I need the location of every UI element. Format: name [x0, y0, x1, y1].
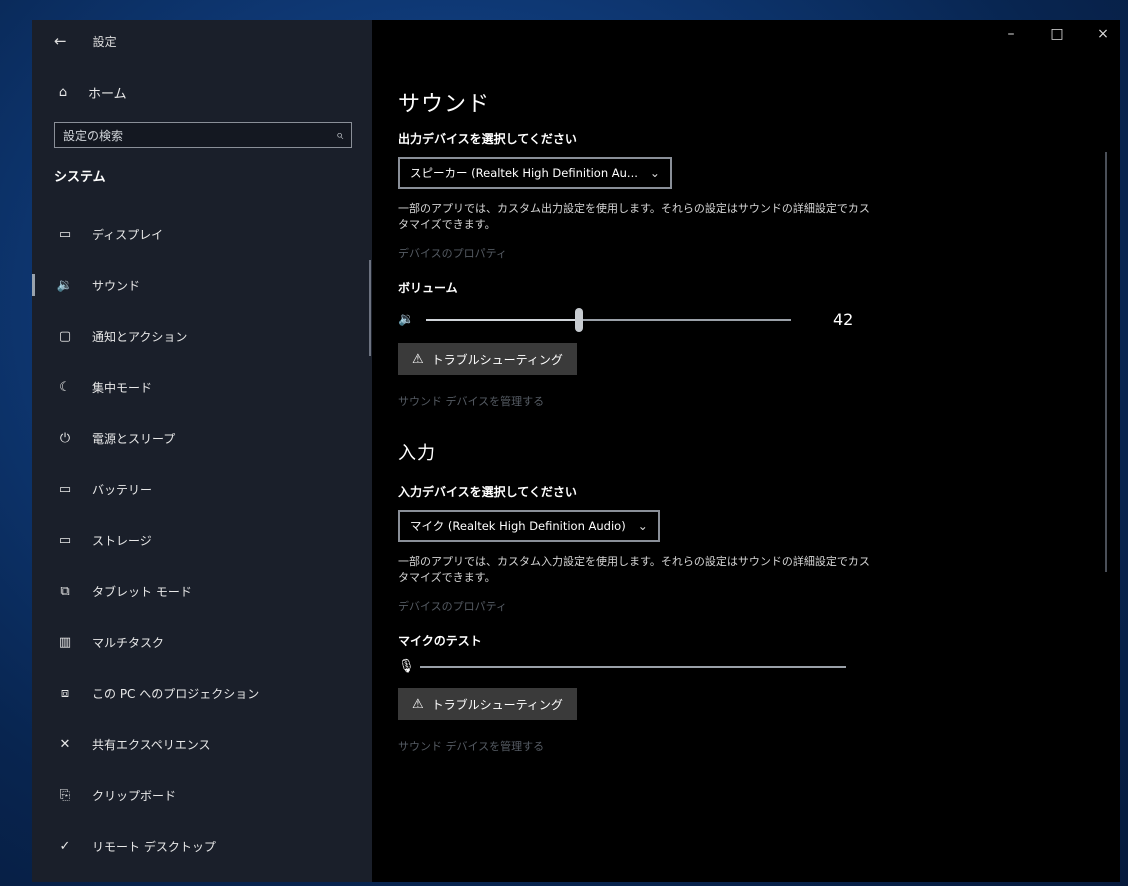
troubleshoot-label: トラブルシューティング	[431, 352, 563, 367]
sidebar-item-label: サウンド	[92, 279, 141, 293]
sidebar-item-icon: ▭	[58, 482, 72, 497]
troubleshoot-label: トラブルシューティング	[431, 697, 563, 712]
window-title: 設定	[92, 34, 117, 49]
page-title: サウンド	[398, 92, 491, 117]
sidebar-item-6[interactable]: ▭ ストレージ	[32, 515, 372, 566]
search-icon: ⌕	[335, 127, 343, 143]
sidebar-item-label: 共有エクスペリエンス	[92, 738, 211, 752]
sidebar-item-8[interactable]: ▥ マルチタスク	[32, 617, 372, 668]
main-content: – □ × サウンド 出力デバイスを選択してください スピーカー (Realte…	[372, 20, 1120, 882]
output-troubleshoot-button[interactable]: ⚠ トラブルシューティング	[398, 343, 577, 375]
sidebar-item-icon: ✓	[59, 839, 71, 854]
output-device-label: 出力デバイスを選択してください	[398, 132, 577, 146]
sidebar-item-9[interactable]: ⧈ この PC へのプロジェクション	[32, 668, 372, 719]
mic-test-row: 🎙	[398, 659, 998, 674]
sidebar-item-3[interactable]: ☾ 集中モード	[32, 362, 372, 413]
input-device-dropdown[interactable]: マイク (Realtek High Definition Audio) ⌄	[398, 510, 660, 542]
sidebar-item-icon: ⎘	[59, 788, 71, 803]
sidebar-item-icon: ⧉	[60, 584, 70, 599]
sidebar-item-label: この PC へのプロジェクション	[92, 687, 260, 701]
sidebar-item-label: 通知とアクション	[92, 330, 188, 344]
input-device-value: マイク (Realtek High Definition Audio)	[410, 519, 626, 533]
chevron-down-icon: ⌄	[649, 166, 660, 180]
chevron-down-icon: ⌄	[637, 519, 648, 533]
window-controls: – □ ×	[1002, 26, 1112, 42]
section-title: システム	[54, 170, 106, 185]
sidebar-item-icon: ⧈	[60, 686, 70, 701]
sidebar-item-icon: 🔉	[56, 278, 74, 293]
search-input[interactable]: 設定の検索 ⌕	[54, 122, 352, 148]
home-icon: ⌂	[58, 84, 68, 100]
content-scrollbar[interactable]	[1105, 152, 1107, 572]
volume-slider[interactable]	[426, 307, 791, 332]
microphone-icon: 🎙	[398, 659, 415, 674]
sidebar-item-label: ストレージ	[92, 534, 152, 548]
input-properties-link[interactable]: デバイスのプロパティ	[398, 598, 998, 614]
sidebar-item-label: リモート デスクトップ	[92, 840, 216, 854]
sidebar: ← 設定 ⌂ ホーム 設定の検索 ⌕ システム ▭ ディスプレイ 🔉 サウンド ▢ 通知と…	[32, 20, 372, 882]
warning-icon: ⚠	[412, 696, 424, 712]
warning-icon: ⚠	[412, 351, 424, 367]
maximize-button[interactable]: □	[1048, 26, 1066, 42]
sidebar-scrollbar[interactable]	[369, 260, 371, 356]
sidebar-item-5[interactable]: ▭ バッテリー	[32, 464, 372, 515]
input-description: 一部のアプリでは、カスタム入力設定を使用します。それらの設定はサウンドの詳細設定…	[398, 555, 870, 584]
sidebar-item-icon: ✕	[59, 737, 71, 752]
mic-test-label: マイクのテスト	[398, 634, 482, 648]
sidebar-item-icon: ☾	[59, 380, 71, 395]
volume-value: 42	[833, 310, 854, 329]
sidebar-item-label: 電源とスリープ	[92, 432, 176, 446]
sidebar-item-label: タブレット モード	[92, 585, 192, 599]
input-manage-link[interactable]: サウンド デバイスを管理する	[398, 738, 998, 754]
sidebar-item-icon: ▢	[58, 329, 72, 344]
sidebar-item-4[interactable]: ⏻ 電源とスリープ	[32, 413, 372, 464]
output-device-dropdown[interactable]: スピーカー (Realtek High Definition Au... ⌄	[398, 157, 672, 189]
sidebar-item-icon: ▭	[58, 533, 72, 548]
minimize-button[interactable]: –	[1002, 26, 1020, 42]
sidebar-item-icon: ⏻	[59, 431, 71, 446]
sidebar-item-label: 集中モード	[92, 381, 153, 395]
sidebar-item-2[interactable]: ▢ 通知とアクション	[32, 311, 372, 362]
sidebar-item-label: バッテリー	[92, 483, 153, 497]
sidebar-item-0[interactable]: ▭ ディスプレイ	[32, 209, 372, 260]
output-manage-link[interactable]: サウンド デバイスを管理する	[398, 393, 998, 409]
speaker-icon[interactable]: 🔉	[398, 312, 418, 327]
input-troubleshoot-button[interactable]: ⚠ トラブルシューティング	[398, 688, 577, 720]
sound-settings: サウンド 出力デバイスを選択してください スピーカー (Realtek High…	[398, 86, 998, 754]
volume-slider-fill	[426, 318, 580, 321]
title-bar: ← 設定	[32, 20, 372, 62]
sidebar-item-label: ディスプレイ	[92, 228, 164, 242]
output-properties-link[interactable]: デバイスのプロパティ	[398, 245, 998, 261]
sidebar-nav: ▭ ディスプレイ 🔉 サウンド ▢ 通知とアクション ☾ 集中モード ⏻ 電源とスリープ ▭ バッテリ…	[32, 209, 372, 872]
sidebar-item-label: マルチタスク	[92, 636, 165, 650]
home-label: ホーム	[88, 86, 127, 102]
sidebar-item-icon: ▭	[58, 227, 72, 242]
sidebar-item-home[interactable]: ⌂ ホーム	[32, 70, 372, 114]
close-button[interactable]: ×	[1094, 26, 1112, 42]
sidebar-item-10[interactable]: ✕ 共有エクスペリエンス	[32, 719, 372, 770]
output-description: 一部のアプリでは、カスタム出力設定を使用します。それらの設定はサウンドの詳細設定…	[398, 202, 870, 231]
sidebar-item-12[interactable]: ✓ リモート デスクトップ	[32, 821, 372, 872]
volume-row: 🔉 42	[398, 307, 998, 332]
output-device-value: スピーカー (Realtek High Definition Au...	[410, 166, 638, 180]
input-heading: 入力	[398, 443, 436, 464]
sidebar-item-icon: ▥	[58, 635, 72, 650]
sidebar-item-7[interactable]: ⧉ タブレット モード	[32, 566, 372, 617]
volume-label: ボリューム	[398, 281, 458, 295]
mic-level-meter	[420, 665, 846, 668]
sidebar-item-1[interactable]: 🔉 サウンド	[32, 260, 372, 311]
sidebar-item-11[interactable]: ⎘ クリップボード	[32, 770, 372, 821]
back-arrow-icon[interactable]: ←	[54, 32, 67, 50]
input-device-label: 入力デバイスを選択してください	[398, 485, 577, 499]
volume-slider-thumb[interactable]	[575, 307, 584, 332]
sidebar-item-label: クリップボード	[92, 789, 177, 803]
search-placeholder: 設定の検索	[63, 128, 124, 143]
settings-window: ← 設定 ⌂ ホーム 設定の検索 ⌕ システム ▭ ディスプレイ 🔉 サウンド ▢ 通知と…	[32, 20, 1120, 882]
